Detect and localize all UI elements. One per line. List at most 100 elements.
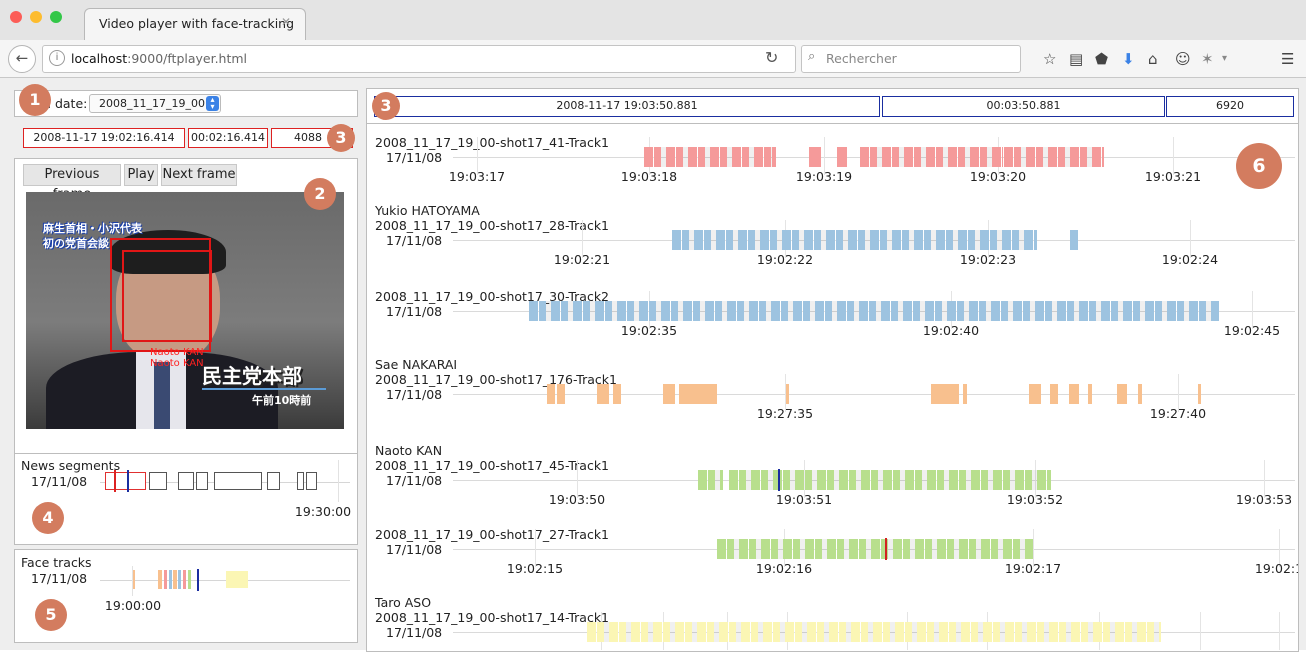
track-segment[interactable] [837, 147, 847, 167]
face-track-mark[interactable] [158, 570, 162, 589]
video-lower-line [202, 388, 326, 390]
annotation-badge: 4 [32, 502, 64, 534]
track-segment[interactable] [597, 384, 609, 404]
track-tick-label: 19:02:23 [959, 252, 1017, 267]
search-box[interactable]: ⌕ Rechercher [801, 45, 1021, 73]
face-track-mark[interactable] [133, 570, 135, 589]
search-placeholder: Rechercher [826, 51, 897, 66]
track-segment[interactable] [1138, 384, 1142, 404]
face-track-mark[interactable] [164, 570, 167, 589]
track-segment[interactable] [1198, 384, 1201, 404]
url-text: localhost:9000/ftplayer.html [71, 51, 247, 66]
previous-frame-button[interactable]: Previous frame [23, 164, 121, 202]
track-segment[interactable] [1070, 230, 1078, 250]
face-track-mark[interactable] [169, 570, 172, 589]
zoom-window-button[interactable] [50, 11, 62, 23]
track-axis [453, 394, 1295, 395]
hamburger-menu-icon[interactable]: ☰ [1281, 48, 1294, 70]
track-person-name: Taro ASO [375, 595, 432, 610]
face-track-mark[interactable] [188, 570, 191, 589]
url-host: localhost [71, 51, 128, 66]
track-segment[interactable] [717, 539, 1033, 559]
info-icon[interactable]: i [49, 50, 65, 66]
news-segment[interactable] [267, 472, 280, 490]
face-track-mark[interactable] [178, 570, 181, 589]
track-name: 2008_11_17_19_00-shot17_176-Track1 [375, 372, 617, 387]
tracks-panel: 2008-11-17 19:03:50.881 00:03:50.881 692… [366, 88, 1299, 652]
face-track-mark[interactable] [183, 570, 186, 589]
track-segment[interactable] [529, 301, 1219, 321]
track-tick-label: 19:02:16 [755, 561, 813, 576]
video-frame[interactable]: 麻生首相・小沢代表 初の党首会談 Naoto KAN Naoto KAN 民主党… [26, 192, 344, 429]
track-segment[interactable] [679, 384, 717, 404]
face-tracks-date: 17/11/08 [31, 571, 88, 586]
track-segment[interactable] [772, 147, 776, 167]
bookmark-star-icon[interactable]: ☆ [1043, 48, 1056, 70]
search-icon: ⌕ [808, 49, 816, 64]
reload-icon[interactable]: ↻ [765, 48, 778, 67]
news-segment[interactable] [297, 472, 304, 490]
play-button[interactable]: Play [124, 164, 158, 186]
track-date: 17/11/08 [386, 150, 443, 165]
track-segment[interactable] [1029, 384, 1041, 404]
browser-tab[interactable]: Video player with face-tracking ✕ [84, 8, 306, 40]
download-icon[interactable]: ⬇ [1122, 48, 1135, 70]
pocket-icon[interactable]: ⬟ [1095, 48, 1108, 70]
track-tick-label: 19:03:21 [1144, 169, 1202, 184]
track-tick-label: 19:02:1 [1254, 561, 1299, 576]
track-segment[interactable] [963, 384, 967, 404]
track-segment[interactable] [1069, 384, 1079, 404]
track-segment[interactable] [547, 384, 555, 404]
annotation-badge: 3 [327, 124, 355, 152]
track-date: 17/11/08 [386, 233, 443, 248]
track-segment[interactable] [1050, 384, 1058, 404]
track-tick-label: 19:03:20 [969, 169, 1027, 184]
extension-menu-icon[interactable]: ▾ [1222, 48, 1227, 70]
news-segment[interactable] [214, 472, 262, 490]
track-segment[interactable] [809, 147, 821, 167]
track-segment[interactable] [644, 147, 772, 167]
track-segment[interactable] [663, 384, 675, 404]
track-segment[interactable] [1117, 384, 1127, 404]
news-segment[interactable] [149, 472, 167, 490]
tab-close-icon[interactable]: ✕ [281, 15, 291, 29]
face-track-mark[interactable] [226, 571, 248, 588]
load-date-panel: Load date: 2008_11_17_19_00 ▴ ▾ [14, 90, 358, 117]
track-segment[interactable] [1004, 147, 1104, 167]
smiley-icon[interactable]: ☺ [1175, 48, 1191, 70]
track-segment[interactable] [860, 147, 1003, 167]
track-segment[interactable] [1088, 384, 1092, 404]
face-tracks-axis [100, 580, 350, 581]
track-tick-line [1279, 612, 1280, 650]
face-track-cursor [197, 569, 199, 591]
close-window-button[interactable] [10, 11, 22, 23]
track-date: 17/11/08 [386, 473, 443, 488]
track-date: 17/11/08 [386, 542, 443, 557]
track-segment[interactable] [587, 622, 1161, 642]
track-segment[interactable] [672, 230, 1037, 250]
news-segment[interactable] [105, 472, 146, 490]
track-person-name: Naoto KAN [375, 443, 443, 458]
back-button[interactable]: ← [8, 45, 36, 73]
face-track-mark[interactable] [173, 570, 177, 589]
next-frame-button[interactable]: Next frame [161, 164, 237, 186]
track-segment[interactable] [613, 384, 621, 404]
url-bar[interactable]: i localhost:9000/ftplayer.html ↻ [42, 45, 796, 73]
home-icon[interactable]: ⌂ [1148, 48, 1158, 70]
reading-list-icon[interactable]: ▤ [1069, 48, 1083, 70]
extension-icon[interactable]: ✶ [1201, 48, 1214, 70]
track-segment[interactable] [557, 384, 565, 404]
news-segment[interactable] [196, 472, 208, 490]
track-tick-label: 19:02:22 [756, 252, 814, 267]
track-segment[interactable] [786, 384, 789, 404]
minimize-window-button[interactable] [30, 11, 42, 23]
news-segment[interactable] [306, 472, 317, 490]
track-segment[interactable] [698, 470, 723, 490]
face-tracks-title: Face tracks [21, 555, 92, 570]
annotation-badge: 1 [19, 84, 51, 116]
track-segment[interactable] [931, 384, 959, 404]
news-segments-date: 17/11/08 [31, 474, 88, 489]
track-tick-label: 19:02:35 [620, 323, 678, 338]
load-date-select[interactable]: 2008_11_17_19_00 ▴ ▾ [89, 94, 221, 113]
news-segment[interactable] [178, 472, 194, 490]
